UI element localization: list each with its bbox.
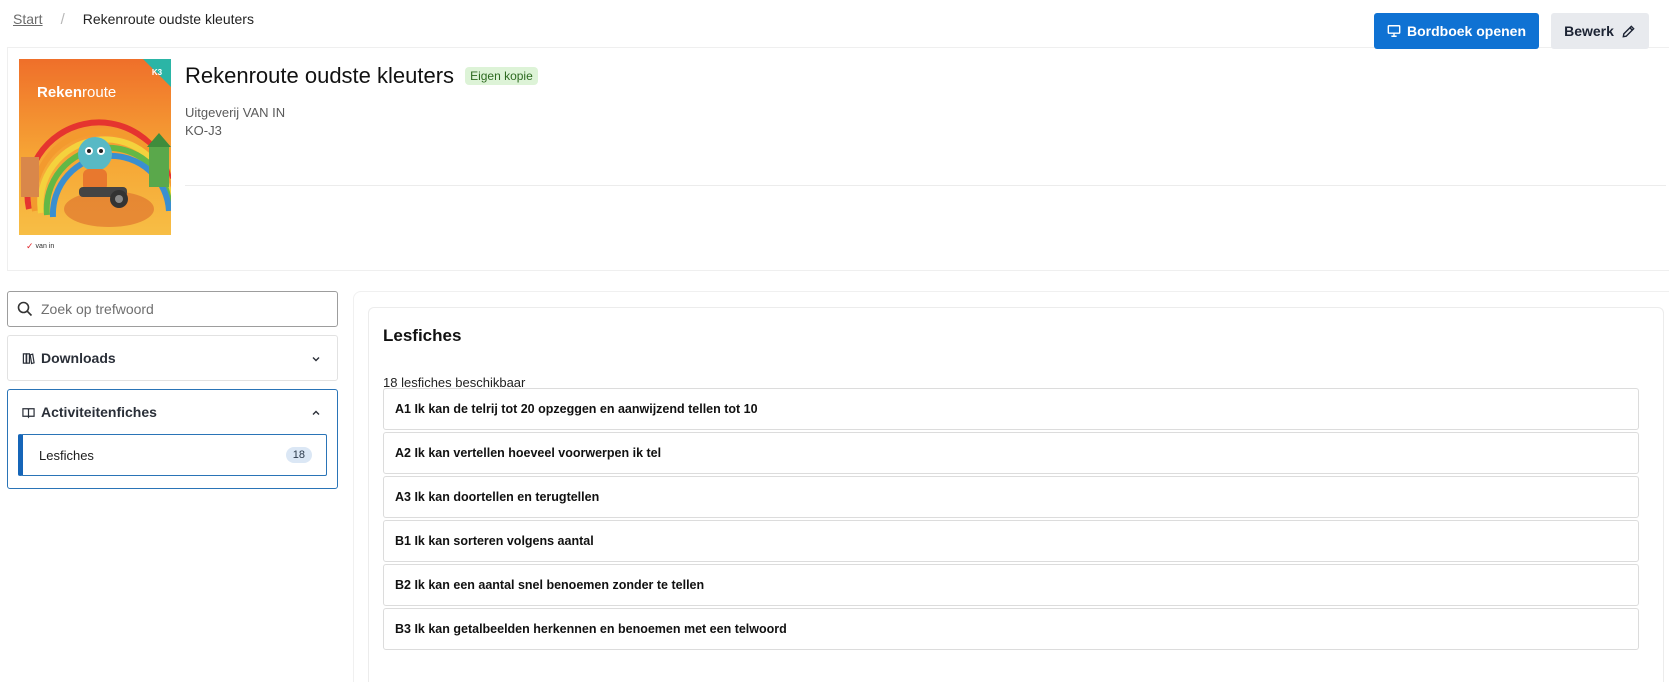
- book-title-row: Rekenroute oudste kleuters Eigen kopie: [185, 63, 538, 89]
- cover-footer: ✓ van in: [19, 235, 171, 257]
- list-item-label: A3 Ik kan doortellen en terugtellen: [395, 490, 600, 504]
- accordion-activities[interactable]: Activiteitenfiches Lesfiches 18: [7, 389, 338, 489]
- pencil-icon: [1621, 24, 1636, 39]
- book-publisher: Uitgeverij VAN IN: [185, 105, 286, 120]
- page-title: Rekenroute oudste kleuters: [185, 63, 455, 88]
- list-item[interactable]: A2 Ik kan vertellen hoeveel voorwerpen i…: [383, 432, 1639, 474]
- list-item-label: B3 Ik kan getalbeelden herkennen en beno…: [395, 622, 787, 636]
- cover-brand-suffix: route: [82, 84, 116, 101]
- breadcrumb-separator: /: [60, 10, 65, 28]
- accordion-downloads-label: Downloads: [41, 350, 116, 366]
- list-item-label: B2 Ik kan een aantal snel benoemen zonde…: [395, 578, 705, 592]
- books-icon: [22, 352, 35, 365]
- cover-brand-prefix: Reken: [37, 84, 82, 101]
- list-item[interactable]: B1 Ik kan sorteren volgens aantal: [383, 520, 1639, 562]
- open-board-book-label: Bordboek openen: [1406, 23, 1526, 39]
- cover-corner-tag: K3: [152, 68, 163, 77]
- presentation-icon: [1387, 24, 1401, 38]
- publisher-mark-text: van in: [35, 242, 55, 250]
- chevron-up-icon: [311, 405, 321, 421]
- accordion-downloads[interactable]: Downloads: [7, 335, 338, 381]
- svg-text:Rekenroute: Rekenroute: [37, 84, 116, 101]
- chevron-down-icon: [311, 351, 321, 367]
- open-board-book-button[interactable]: Bordboek openen: [1374, 13, 1539, 49]
- cover-artwork-icon: Rekenroute K3: [19, 59, 171, 235]
- section-title: Lesfiches: [383, 326, 462, 345]
- lesson-list-card: Lesfiches 18 lesfiches beschikbaar A1 Ik…: [368, 307, 1664, 682]
- list-item[interactable]: A1 Ik kan de telrij tot 20 opzeggen en a…: [383, 388, 1639, 430]
- sidebar-item-label: Lesfiches: [39, 447, 94, 463]
- book-open-icon: [22, 406, 35, 419]
- breadcrumb-current: Rekenroute oudste kleuters: [82, 11, 254, 27]
- accordion-downloads-header[interactable]: Downloads: [8, 336, 337, 380]
- list-item[interactable]: B3 Ik kan getalbeelden herkennen en beno…: [383, 608, 1639, 650]
- copy-badge: Eigen kopie: [465, 67, 538, 85]
- search-icon: [17, 301, 33, 317]
- sidebar-item-lesfiches[interactable]: Lesfiches 18: [18, 434, 327, 476]
- cover-illustration: Rekenroute K3: [19, 59, 171, 235]
- breadcrumb: Start / Rekenroute oudste kleuters: [13, 9, 254, 29]
- book-level: KO-J3: [185, 123, 222, 138]
- list-item-label: A2 Ik kan vertellen hoeveel voorwerpen i…: [395, 446, 662, 460]
- list-item-label: B1 Ik kan sorteren volgens aantal: [395, 534, 594, 548]
- publisher-mark-icon: ✓: [26, 240, 34, 251]
- edit-button[interactable]: Bewerk: [1551, 13, 1649, 49]
- list-item[interactable]: B2 Ik kan een aantal snel benoemen zonde…: [383, 564, 1639, 606]
- list-item[interactable]: A3 Ik kan doortellen en terugtellen: [383, 476, 1639, 518]
- count-badge: 18: [285, 447, 312, 463]
- search-input[interactable]: [41, 301, 321, 317]
- breadcrumb-home-link[interactable]: Start: [13, 11, 43, 27]
- list-item-label: A1 Ik kan de telrij tot 20 opzeggen en a…: [395, 402, 758, 416]
- accordion-activities-header[interactable]: Activiteitenfiches: [8, 390, 337, 434]
- publisher-logo: ✓ van in: [26, 241, 54, 252]
- accordion-activities-label: Activiteitenfiches: [41, 404, 157, 420]
- search-box[interactable]: [7, 291, 338, 327]
- book-header: Rekenroute K3 ✓ van in Rekenroute oudste…: [7, 47, 1669, 271]
- edit-label: Bewerk: [1564, 23, 1614, 39]
- header-divider: [185, 185, 1666, 186]
- book-cover: Rekenroute K3 ✓ van in: [19, 59, 171, 257]
